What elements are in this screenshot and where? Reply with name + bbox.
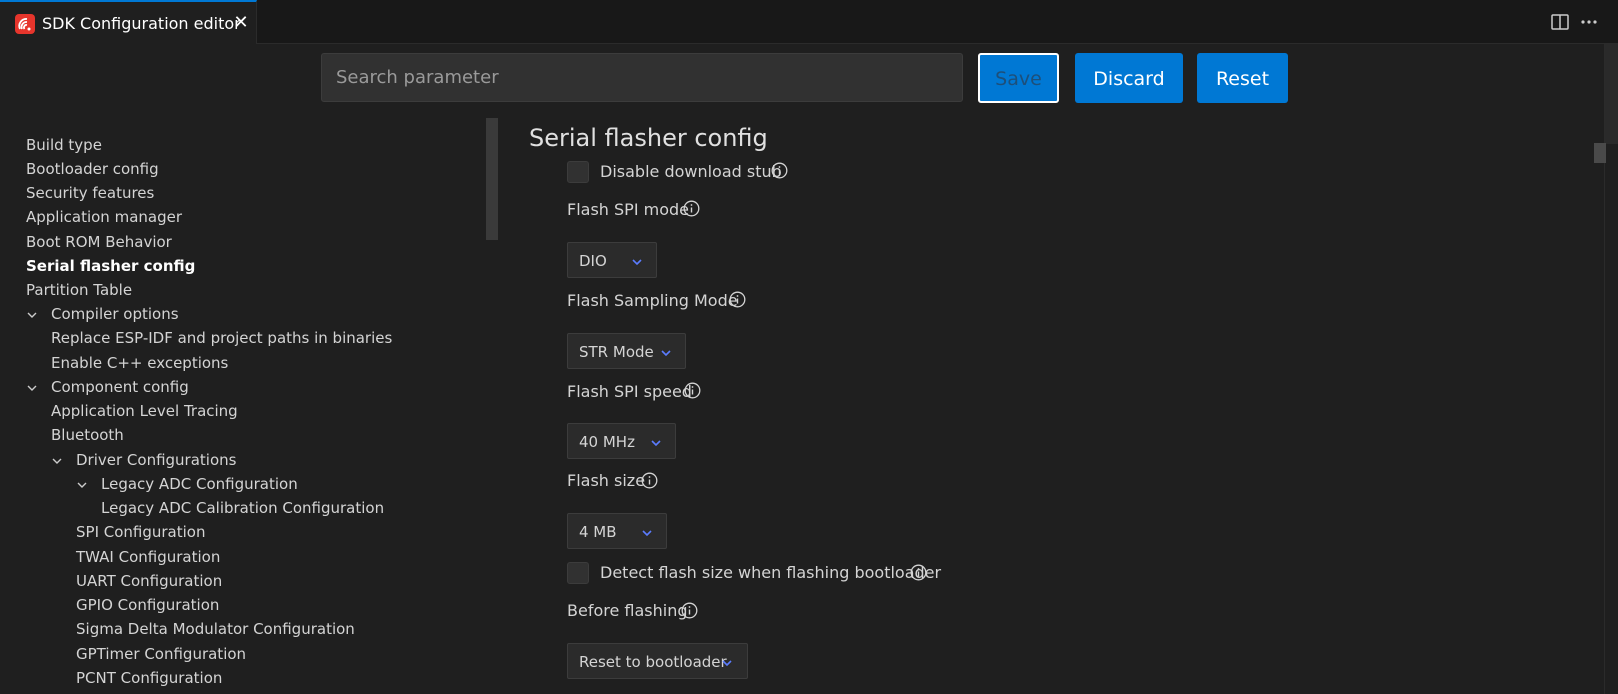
info-icon[interactable]	[681, 602, 698, 619]
chevron-down-icon[interactable]	[75, 477, 89, 491]
tree-item-bootloader-config[interactable]: Bootloader config	[26, 158, 159, 180]
tree-item-partition-table[interactable]: Partition Table	[26, 279, 132, 301]
tree-item-driver-configurations[interactable]: Driver Configurations	[76, 449, 236, 471]
flash-size-label: Flash size	[567, 471, 646, 490]
tree-item-gpio-configuration[interactable]: GPIO Configuration	[76, 594, 219, 616]
discard-button[interactable]: Discard	[1075, 53, 1183, 103]
flash-spi-speed-select[interactable]: 40 MHz	[567, 423, 676, 459]
tree-item-replace-paths[interactable]: Replace ESP-IDF and project paths in bin…	[51, 327, 392, 349]
chevron-down-icon	[649, 435, 663, 449]
chevron-down-icon[interactable]	[25, 307, 39, 321]
vertical-scrollbar[interactable]	[1604, 44, 1618, 694]
tab-sdk-configuration-editor[interactable]: SDK Configuration editor ✕	[0, 0, 257, 44]
tree-item-twai-configuration[interactable]: TWAI Configuration	[76, 546, 220, 568]
flash-spi-mode-select[interactable]: DIO	[567, 242, 657, 278]
reset-button[interactable]: Reset	[1197, 53, 1288, 103]
tab-title: SDK Configuration editor	[42, 14, 241, 33]
info-icon[interactable]	[683, 200, 700, 217]
info-icon[interactable]	[684, 382, 701, 399]
detect-flash-size-checkbox[interactable]	[567, 562, 589, 584]
tree-item-pcnt-configuration[interactable]: PCNT Configuration	[76, 667, 222, 689]
disable-download-stub-label: Disable download stub	[600, 162, 782, 181]
tree-item-sigma-delta-configuration[interactable]: Sigma Delta Modulator Configuration	[76, 618, 355, 640]
flash-sampling-mode-label: Flash Sampling Mode	[567, 291, 738, 310]
info-icon[interactable]	[910, 564, 927, 581]
espressif-logo-icon	[15, 14, 35, 34]
flash-spi-speed-value: 40 MHz	[579, 433, 635, 451]
tree-item-bluetooth[interactable]: Bluetooth	[51, 424, 124, 446]
detect-flash-size-row: Detect flash size when flashing bootload…	[567, 562, 941, 586]
split-editor-icon[interactable]	[1549, 11, 1571, 33]
detect-flash-size-label: Detect flash size when flashing bootload…	[600, 563, 942, 582]
info-icon[interactable]	[729, 291, 746, 308]
tree-item-enable-cpp-exceptions[interactable]: Enable C++ exceptions	[51, 352, 228, 374]
save-button[interactable]: Save	[978, 53, 1059, 103]
tree-item-spi-configuration[interactable]: SPI Configuration	[76, 521, 206, 543]
sdk-config-editor-window: SDK Configuration editor ✕ Save Discard …	[0, 0, 1618, 694]
tree-item-legacy-adc-configuration[interactable]: Legacy ADC Configuration	[101, 473, 298, 495]
before-flashing-value: Reset to bootloader	[579, 653, 727, 671]
flash-spi-speed-label: Flash SPI speed	[567, 382, 692, 401]
tree-item-component-config[interactable]: Component config	[51, 376, 189, 398]
tree-item-application-level-tracing[interactable]: Application Level Tracing	[51, 400, 238, 422]
tree-item-serial-flasher-config[interactable]: Serial flasher config	[26, 255, 195, 277]
minimap-marker	[1594, 143, 1606, 163]
before-flashing-label: Before flashing	[567, 601, 688, 620]
disable-download-stub-checkbox[interactable]	[567, 161, 589, 183]
flash-size-value: 4 MB	[579, 523, 617, 541]
sidebar-resize-handle[interactable]	[486, 118, 498, 240]
flash-sampling-mode-select[interactable]: STR Mode	[567, 333, 686, 369]
more-actions-icon[interactable]	[1578, 11, 1600, 33]
search-input[interactable]	[321, 53, 963, 102]
scrollbar-thumb[interactable]	[1605, 44, 1618, 144]
flash-spi-mode-value: DIO	[579, 252, 607, 270]
chevron-down-icon	[630, 254, 644, 268]
tree-item-legacy-adc-calibration[interactable]: Legacy ADC Calibration Configuration	[101, 497, 384, 519]
flash-sampling-mode-value: STR Mode	[579, 343, 654, 361]
chevron-down-icon	[640, 525, 654, 539]
chevron-down-icon	[720, 655, 734, 669]
section-title: Serial flasher config	[529, 124, 768, 152]
info-icon[interactable]	[771, 162, 788, 179]
before-flashing-select[interactable]: Reset to bootloader	[567, 643, 748, 679]
tree-item-compiler-options[interactable]: Compiler options	[51, 303, 179, 325]
info-icon[interactable]	[641, 472, 658, 489]
tree-item-build-type[interactable]: Build type	[26, 134, 102, 156]
chevron-down-icon[interactable]	[25, 380, 39, 394]
tree-item-uart-configuration[interactable]: UART Configuration	[76, 570, 222, 592]
flash-spi-mode-label: Flash SPI mode	[567, 200, 689, 219]
tree-item-security-features[interactable]: Security features	[26, 182, 154, 204]
chevron-down-icon[interactable]	[50, 453, 64, 467]
tab-bar: SDK Configuration editor ✕	[0, 0, 1618, 44]
close-icon[interactable]: ✕	[230, 12, 252, 34]
tree-item-application-manager[interactable]: Application manager	[26, 206, 182, 228]
chevron-down-icon	[659, 345, 673, 359]
tree-item-boot-rom-behavior[interactable]: Boot ROM Behavior	[26, 231, 172, 253]
flash-size-select[interactable]: 4 MB	[567, 513, 667, 549]
tree-item-gptimer-configuration[interactable]: GPTimer Configuration	[76, 643, 246, 665]
